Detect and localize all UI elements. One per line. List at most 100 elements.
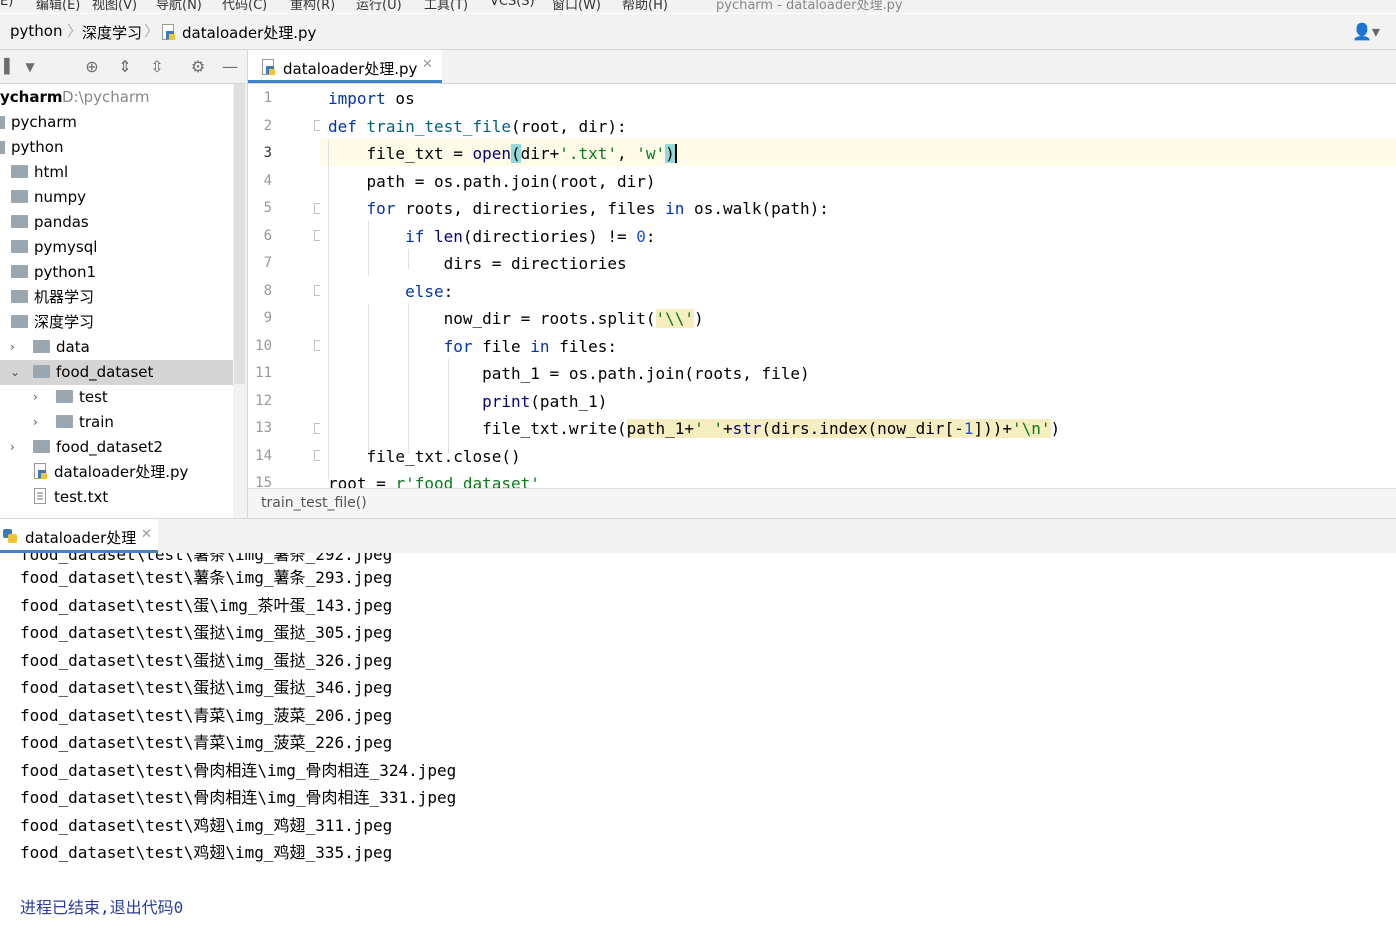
chevron-right-icon[interactable]: › — [33, 385, 38, 410]
folder-icon — [33, 440, 50, 453]
editor-tab-label: dataloader处理.py — [283, 60, 418, 78]
tree-item-label: html — [34, 163, 69, 181]
menu-item[interactable]: 帮助(H) — [622, 0, 668, 13]
tree-item[interactable]: pymysql — [0, 235, 233, 260]
breadcrumb-separator-icon: 〉 — [144, 22, 160, 40]
chevron-down-icon[interactable]: ⌄ — [10, 360, 20, 385]
editor-tab-bar: dataloader处理.py ✕ — [248, 50, 1396, 84]
tree-item[interactable]: › data — [0, 335, 233, 360]
menu-bar: E) 编辑(E) 视图(V) 导航(N) 代码(C) 重构(R) 运行(U) 工… — [0, 0, 1396, 13]
console-line: food_dataset\test\薯条\img_薯条_293.jpeg — [20, 568, 393, 587]
menu-item[interactable]: 运行(U) — [356, 0, 402, 13]
tree-item[interactable]: 深度学习 — [0, 310, 233, 335]
editor-tab[interactable]: dataloader处理.py ✕ — [248, 50, 442, 83]
tree-item-label: test.txt — [54, 488, 109, 506]
code-line: path = os.path.join(root, dir) — [328, 172, 656, 191]
folder-icon — [11, 315, 28, 328]
chevron-down-icon[interactable]: ▼ — [20, 57, 40, 77]
python-file-icon — [34, 462, 47, 479]
tree-item-label: pandas — [34, 213, 89, 231]
close-icon[interactable]: ✕ — [422, 57, 433, 72]
console-line: food_dataset\test\青菜\img_菠菜_226.jpeg — [20, 733, 393, 752]
folder-icon — [56, 390, 73, 403]
tree-scrollbar-thumb[interactable] — [234, 84, 245, 384]
tree-item-label: test — [79, 388, 108, 406]
tree-item[interactable]: 机器学习 — [0, 285, 233, 310]
project-tree: ycharm D:\pycharm pycharm python html nu… — [0, 84, 233, 518]
line-number: 10 — [255, 338, 272, 354]
tree-item[interactable]: › train — [0, 410, 233, 435]
code-editor[interactable]: import os def train_test_file(root, dir)… — [320, 84, 1396, 488]
breadcrumb-separator-icon: 〉 — [67, 22, 83, 40]
menu-item[interactable]: E) — [0, 0, 13, 9]
folder-icon — [11, 190, 28, 203]
chevron-right-icon[interactable]: › — [10, 435, 15, 460]
run-console[interactable]: food_dataset\test\薯条\img_薯条_292.jpeg foo… — [0, 553, 1396, 930]
tree-item[interactable]: test.txt — [0, 485, 233, 510]
expand-all-icon[interactable]: ⇕ — [115, 57, 135, 77]
console-line: food_dataset\test\蛋\img_茶叶蛋_143.jpeg — [20, 596, 393, 615]
tree-item[interactable]: dataloader处理.py — [0, 460, 233, 485]
console-line: food_dataset\test\鸡翅\img_鸡翅_311.jpeg — [20, 816, 393, 835]
tree-item[interactable]: html — [0, 160, 233, 185]
line-number: 11 — [255, 365, 272, 381]
code-line: path_1 = os.path.join(roots, file) — [328, 364, 810, 383]
project-view-icon[interactable]: ▐ — [0, 57, 14, 77]
tree-item[interactable]: › test — [0, 385, 233, 410]
breadcrumb-item[interactable]: python — [10, 22, 62, 40]
tree-scrollbar[interactable] — [233, 84, 248, 518]
minimize-icon[interactable]: — — [220, 57, 240, 77]
menu-item[interactable]: 工具(T) — [424, 0, 468, 13]
menu-item[interactable]: VCS(S) — [490, 0, 535, 9]
locate-icon[interactable]: ⊕ — [82, 57, 102, 77]
console-line: food_dataset\test\骨肉相连\img_骨肉相连_324.jpeg — [20, 761, 457, 780]
line-number: 4 — [263, 173, 272, 189]
run-tab-label: dataloader处理 — [25, 529, 137, 547]
menu-item[interactable]: 视图(V) — [92, 0, 137, 13]
console-line: food_dataset\test\蛋挞\img_蛋挞_326.jpeg — [20, 651, 393, 670]
code-line: for file in files: — [443, 337, 617, 356]
menu-item[interactable]: 重构(R) — [290, 0, 335, 13]
tree-item[interactable]: numpy — [0, 185, 233, 210]
line-number: 7 — [263, 255, 272, 271]
collapse-all-icon[interactable]: ⇳ — [147, 57, 167, 77]
code-line: dirs = directiories — [328, 254, 627, 273]
window-title: pycharm - dataloader处理.py — [716, 0, 903, 13]
folder-icon — [11, 215, 28, 228]
python-file-icon — [162, 24, 175, 40]
menu-item[interactable]: 窗口(W) — [552, 0, 601, 13]
breadcrumb-item[interactable]: dataloader处理.py — [182, 22, 316, 43]
close-icon[interactable]: ✕ — [141, 527, 152, 542]
tree-root-path: D:\pycharm — [62, 88, 150, 106]
tree-item-label: food_dataset — [56, 363, 154, 381]
gear-icon[interactable]: ⚙ — [188, 57, 208, 77]
console-line: food_dataset\test\骨肉相连\img_骨肉相连_331.jpeg — [20, 788, 457, 807]
user-icon[interactable]: 👤▾ — [1352, 22, 1380, 41]
tree-item-label: food_dataset2 — [56, 438, 163, 456]
code-line: file_txt.close() — [328, 447, 521, 466]
function-breadcrumb[interactable]: train_test_file() — [261, 495, 367, 511]
tree-item[interactable]: python — [0, 135, 233, 160]
tree-item-selected[interactable]: ⌄ food_dataset — [0, 360, 233, 385]
python-file-icon — [262, 59, 275, 75]
tree-item-label: python1 — [34, 263, 97, 281]
run-tab[interactable]: dataloader处理 ✕ — [0, 519, 158, 553]
breadcrumb-item[interactable]: 深度学习 — [82, 22, 142, 43]
tree-item-label: dataloader处理.py — [54, 463, 189, 481]
chevron-right-icon[interactable]: › — [10, 335, 15, 360]
folder-icon — [33, 340, 50, 353]
line-number: 13 — [255, 420, 272, 436]
tree-item[interactable]: pycharm — [0, 110, 233, 135]
tree-item[interactable]: python1 — [0, 260, 233, 285]
tree-item[interactable]: pandas — [0, 210, 233, 235]
menu-item[interactable]: 代码(C) — [222, 0, 267, 13]
tree-root[interactable]: ycharm D:\pycharm — [0, 85, 233, 110]
folder-icon — [0, 141, 5, 154]
code-line: file_txt = open(dir+'.txt', 'w') — [328, 144, 677, 163]
tree-item[interactable]: › food_dataset2 — [0, 435, 233, 460]
menu-item[interactable]: 编辑(E) — [36, 0, 80, 13]
console-line: food_dataset\test\青菜\img_菠菜_206.jpeg — [20, 706, 393, 725]
chevron-right-icon[interactable]: › — [33, 410, 38, 435]
console-line: food_dataset\test\蛋挞\img_蛋挞_305.jpeg — [20, 623, 393, 642]
menu-item[interactable]: 导航(N) — [156, 0, 202, 13]
